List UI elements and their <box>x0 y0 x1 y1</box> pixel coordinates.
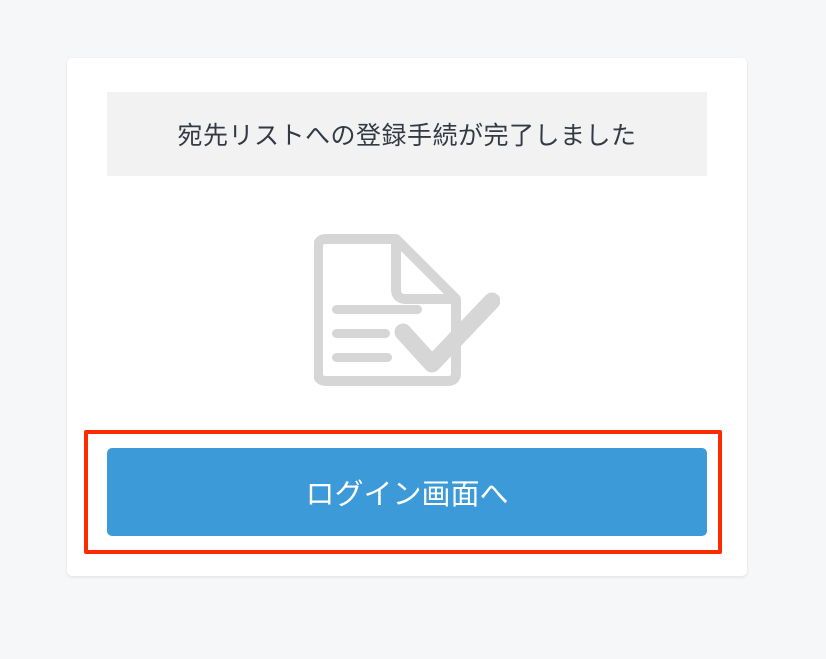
document-check-icon <box>313 233 501 389</box>
completion-message: 宛先リストへの登録手続が完了しました <box>177 121 637 150</box>
annotation-highlight-box <box>84 430 722 554</box>
completion-banner: 宛先リストへの登録手続が完了しました <box>107 92 707 176</box>
